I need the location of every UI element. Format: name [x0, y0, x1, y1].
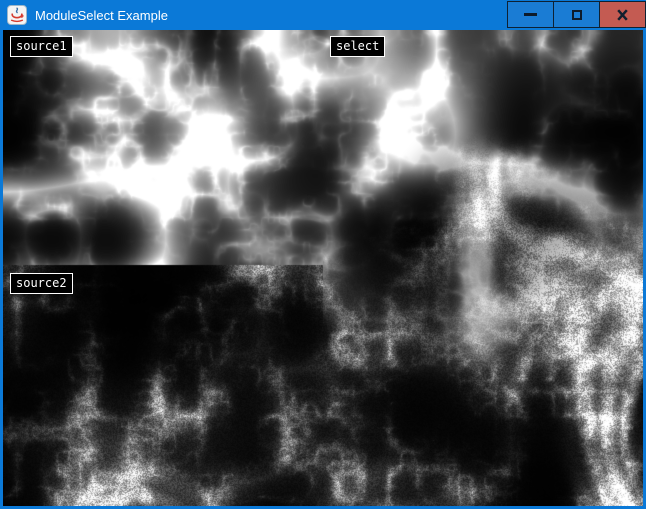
maximize-button[interactable]	[553, 1, 600, 28]
minimize-icon	[524, 13, 537, 16]
render-client-area: source1 select source2	[3, 30, 643, 506]
select-quad-label: select	[330, 36, 385, 57]
maximize-icon	[572, 10, 582, 20]
source2-quad-label: source2	[10, 273, 73, 294]
noise-render-viewport	[3, 30, 643, 506]
window-controls	[508, 1, 646, 28]
window-title: ModuleSelect Example	[35, 8, 168, 23]
minimize-button[interactable]	[507, 1, 554, 28]
close-icon	[616, 9, 629, 21]
app-window: ModuleSelect Example source1 select sour…	[0, 0, 646, 509]
java-app-icon[interactable]	[7, 5, 27, 25]
close-button[interactable]	[599, 1, 646, 28]
title-bar[interactable]: ModuleSelect Example	[0, 0, 646, 30]
source1-quad-label: source1	[10, 36, 73, 57]
